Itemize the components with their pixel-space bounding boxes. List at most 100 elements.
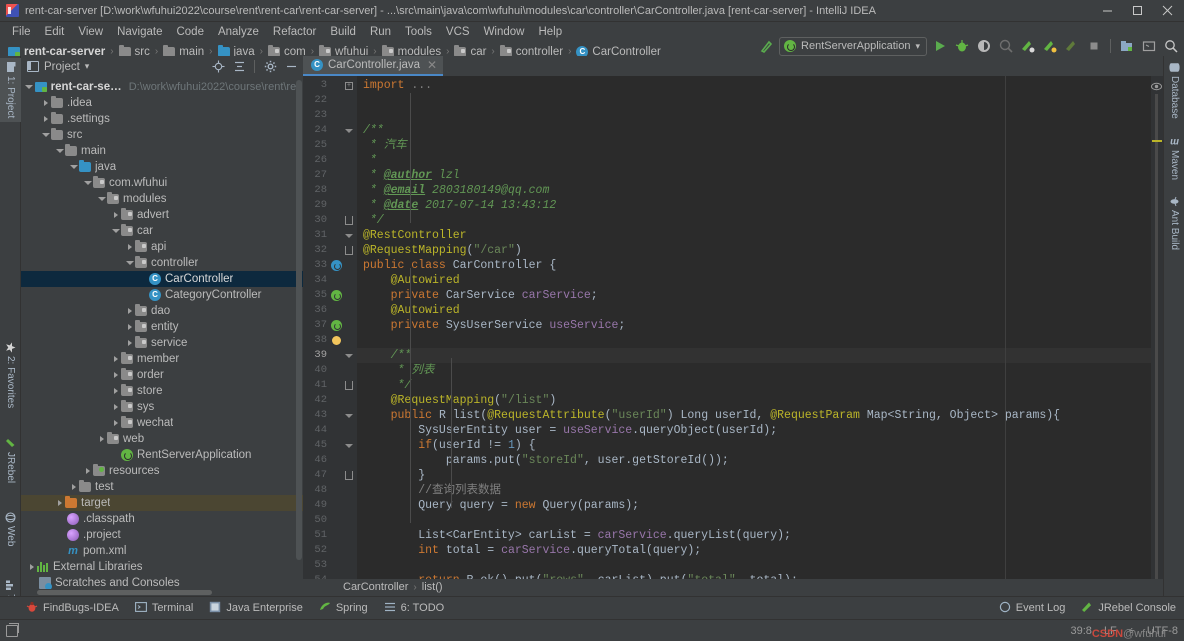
scrollbar-thumb[interactable] <box>37 590 212 596</box>
tree-row-scratches[interactable]: Scratches and Consoles <box>21 575 303 590</box>
project-panel-title-group[interactable]: Project ▾ <box>27 61 89 73</box>
breadcrumb-class[interactable]: CarController <box>343 581 408 593</box>
maximize-button[interactable] <box>1122 0 1152 21</box>
tree-row-web[interactable]: web <box>21 431 303 447</box>
tree-row-sys[interactable]: sys <box>21 399 303 415</box>
sidebar-item-maven[interactable]: m Maven <box>1164 132 1184 184</box>
editor-viewport[interactable]: 3 + 22 23 24 25 26 27 28 29 30 31 32 33 3… <box>303 76 1163 579</box>
chevron-right-icon[interactable] <box>124 239 135 255</box>
chevron-down-icon[interactable] <box>82 175 93 191</box>
tree-row-src[interactable]: src <box>21 127 303 143</box>
chevron-right-icon[interactable] <box>110 399 121 415</box>
chevron-right-icon[interactable] <box>110 383 121 399</box>
chevron-right-icon[interactable] <box>54 495 65 511</box>
chevron-right-icon[interactable] <box>40 95 51 111</box>
tree-row-member[interactable]: member <box>21 351 303 367</box>
tree-row-category-controller[interactable]: C CategoryController <box>21 287 303 303</box>
hide-panel-button[interactable] <box>283 59 299 75</box>
stop-button[interactable] <box>1085 37 1103 55</box>
menu-tools[interactable]: Tools <box>398 25 439 39</box>
inspections-eye-icon[interactable] <box>1151 79 1162 91</box>
chevron-right-icon[interactable] <box>40 111 51 127</box>
chevron-down-icon[interactable] <box>124 255 135 271</box>
chevron-down-icon[interactable] <box>40 127 51 143</box>
menu-build[interactable]: Build <box>323 25 363 39</box>
breadcrumb-method[interactable]: list() <box>422 581 443 593</box>
line-separator[interactable]: LF <box>1104 625 1117 637</box>
jrebel-debug-button[interactable] <box>1041 37 1059 55</box>
tree-row-java[interactable]: java <box>21 159 303 175</box>
run-button[interactable] <box>931 37 949 55</box>
sidebar-item-database[interactable]: Database <box>1164 58 1184 123</box>
sidebar-item-favorites[interactable]: 2: Favorites <box>0 338 21 412</box>
autowired-bean-gutter-icon[interactable] <box>330 290 342 302</box>
fold-collapse-icon[interactable] <box>343 443 355 448</box>
tree-row-module[interactable]: rent-car-server D:\work\wfuhui2022\cours… <box>21 79 303 95</box>
editor-gutter[interactable]: 3 + 22 23 24 25 26 27 28 29 30 31 32 33 3… <box>303 76 357 579</box>
tab-findbugs-idea[interactable]: FindBugs-IDEA <box>26 601 119 616</box>
sidebar-item-jrebel[interactable]: JRebel <box>0 434 21 487</box>
fold-collapse-icon[interactable] <box>343 233 355 238</box>
menu-edit[interactable]: Edit <box>38 25 72 39</box>
project-tree[interactable]: rent-car-server D:\work\wfuhui2022\cours… <box>21 77 303 590</box>
chevron-down-icon[interactable] <box>68 159 79 175</box>
chevron-right-icon[interactable] <box>96 431 107 447</box>
tree-row-service[interactable]: service <box>21 335 303 351</box>
tree-row-dao[interactable]: dao <box>21 303 303 319</box>
tree-row-pom-xml[interactable]: m pom.xml <box>21 543 303 559</box>
tree-row-project-file[interactable]: .project <box>21 527 303 543</box>
file-encoding[interactable]: UTF-8 <box>1147 625 1178 637</box>
sidebar-item-ant-build[interactable]: Ant Build <box>1164 192 1184 254</box>
menu-file[interactable]: File <box>5 25 38 39</box>
chevron-right-icon[interactable] <box>124 303 135 319</box>
tree-row-wechat[interactable]: wechat <box>21 415 303 431</box>
tree-row-controller[interactable]: controller <box>21 255 303 271</box>
run-with-coverage-button[interactable] <box>975 37 993 55</box>
intention-bulb-icon[interactable] <box>331 336 341 346</box>
scrollbar-track[interactable] <box>1155 94 1158 579</box>
fold-collapse-icon[interactable] <box>343 353 355 358</box>
tab-spring[interactable]: Spring <box>319 601 368 616</box>
tab-event-log[interactable]: Event Log <box>999 601 1065 616</box>
chevron-down-icon[interactable] <box>96 191 107 207</box>
jrebel-run-button[interactable] <box>1019 37 1037 55</box>
chevron-right-icon[interactable] <box>110 207 121 223</box>
menu-view[interactable]: View <box>71 25 110 39</box>
tree-row-advert[interactable]: advert <box>21 207 303 223</box>
fold-collapse-icon[interactable] <box>343 413 355 418</box>
toggle-sidebar-icon[interactable] <box>6 622 19 637</box>
code-text-area[interactable]: import ... /** * 汽车 * * @author lzl * @e… <box>357 76 1151 579</box>
tree-row-modules[interactable]: modules <box>21 191 303 207</box>
tree-row-api[interactable]: api <box>21 239 303 255</box>
tree-row-test[interactable]: test <box>21 479 303 495</box>
tree-row-car[interactable]: car <box>21 223 303 239</box>
tab-car-controller-java[interactable]: C CarController.java ✕ <box>303 56 444 77</box>
tab-jrebel-console[interactable]: JRebel Console <box>1081 601 1176 616</box>
locate-file-button[interactable] <box>210 59 226 75</box>
menu-run[interactable]: Run <box>363 25 398 39</box>
tree-row-idea[interactable]: .idea <box>21 95 303 111</box>
tree-row-order[interactable]: order <box>21 367 303 383</box>
chevron-down-icon[interactable] <box>110 223 121 239</box>
tab-java-enterprise[interactable]: Java Enterprise <box>209 601 303 616</box>
project-tree-horizontal-scrollbar[interactable] <box>21 589 303 596</box>
chevron-right-icon[interactable] <box>124 319 135 335</box>
caret-position[interactable]: 39:8 <box>1071 625 1092 637</box>
chevron-down-icon[interactable] <box>24 79 35 95</box>
sidebar-item-project[interactable]: 1: Project <box>0 58 21 123</box>
chevron-right-icon[interactable] <box>68 479 79 495</box>
tree-row-target[interactable]: target <box>21 494 303 511</box>
warning-marker[interactable] <box>1152 140 1162 143</box>
chevron-right-icon[interactable] <box>110 415 121 431</box>
chevron-right-icon[interactable] <box>110 351 121 367</box>
menu-analyze[interactable]: Analyze <box>211 25 266 39</box>
chevron-right-icon[interactable] <box>82 463 93 479</box>
run-configuration-selector[interactable]: RentServerApplication ▾ <box>779 36 927 56</box>
chevron-right-icon[interactable] <box>26 559 37 575</box>
editor-marker-bar[interactable] <box>1151 76 1163 579</box>
project-structure-button[interactable] <box>1118 37 1136 55</box>
menu-window[interactable]: Window <box>477 25 532 39</box>
menu-code[interactable]: Code <box>169 25 211 39</box>
search-everywhere-button[interactable] <box>1162 37 1180 55</box>
update-project-icon[interactable] <box>757 37 775 55</box>
